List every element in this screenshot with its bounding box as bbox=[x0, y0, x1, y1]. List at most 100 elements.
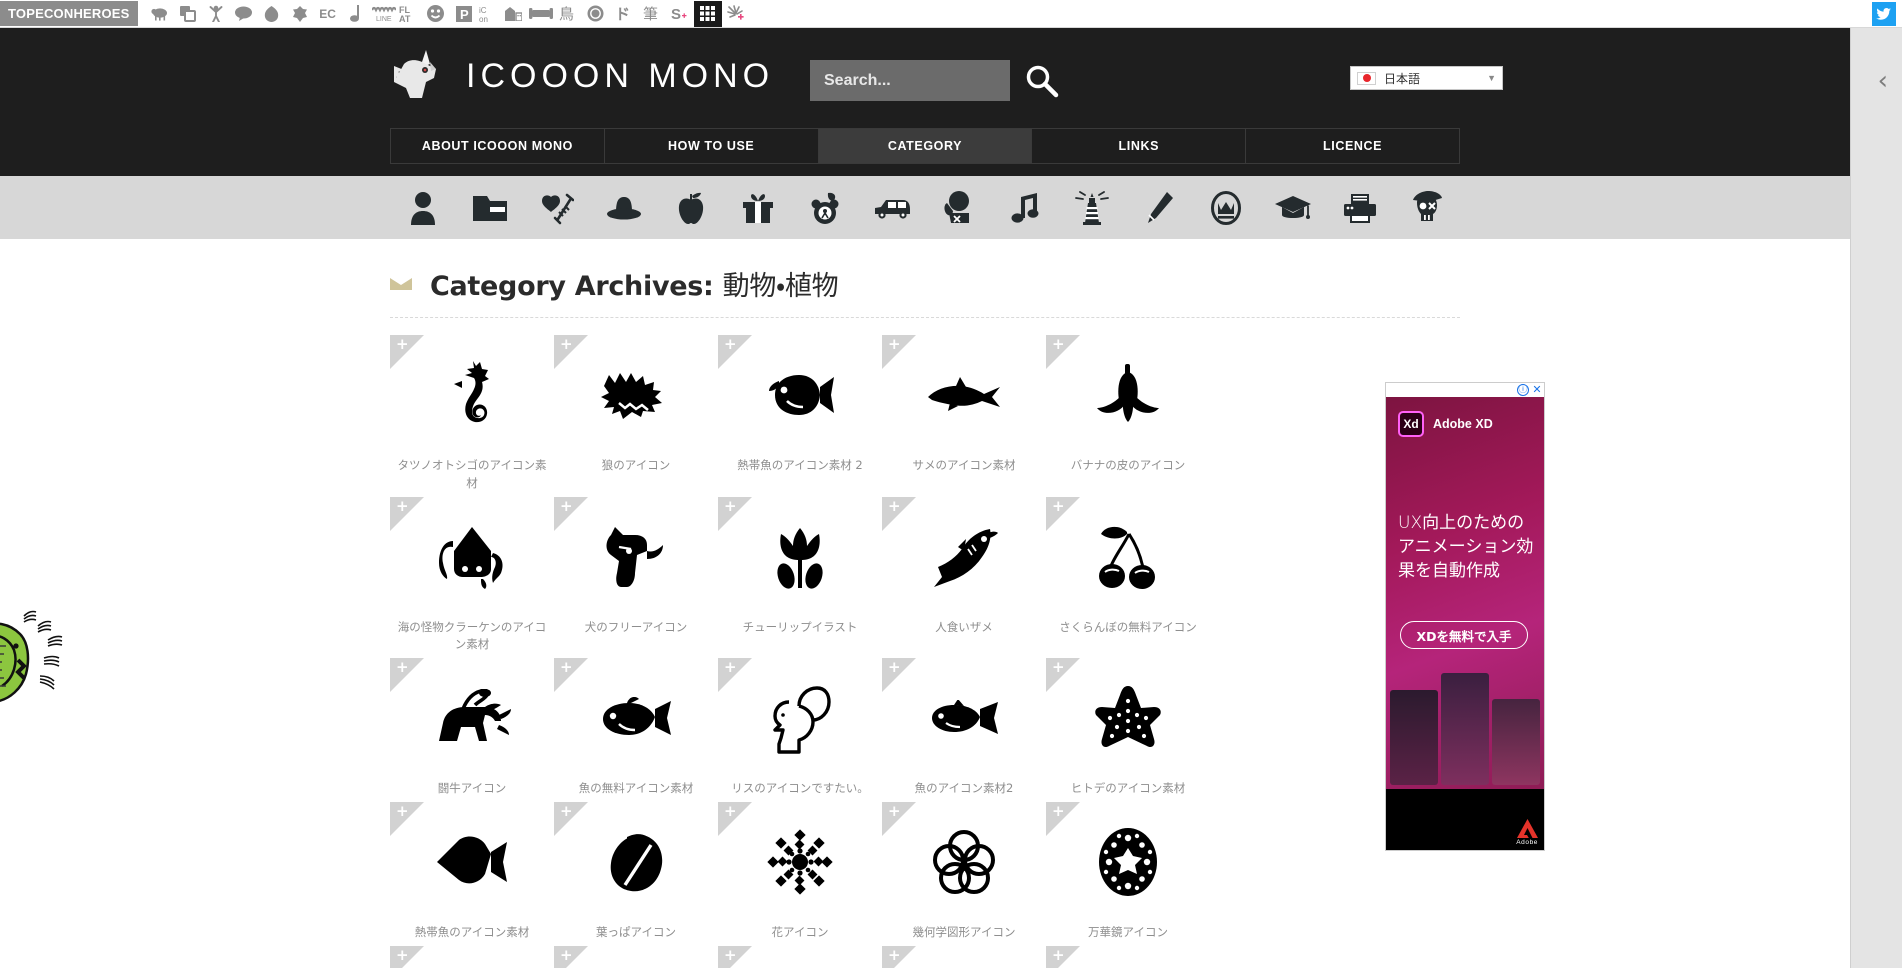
smiley-icon[interactable] bbox=[422, 1, 450, 27]
advertisement-panel[interactable]: ⓘ ✕ Xd Adobe XD UX向上のためのアニメーション効果を自動作成 X… bbox=[1385, 382, 1545, 851]
add-corner[interactable] bbox=[718, 335, 752, 369]
add-corner[interactable] bbox=[718, 658, 752, 693]
flat-icon[interactable]: FL AT bbox=[398, 1, 422, 27]
site-logo[interactable]: ICOOON MONO bbox=[390, 48, 774, 104]
flower-icon[interactable] bbox=[286, 1, 314, 27]
icon-card[interactable]: + チューリップイラスト bbox=[718, 496, 882, 655]
icon-card[interactable]: + バナナの皮のアイコン bbox=[1046, 335, 1210, 493]
category-crown-badge-icon[interactable] bbox=[1193, 190, 1260, 225]
icon-card[interactable]: + バラアイコン bbox=[882, 946, 1046, 968]
category-lighthouse-icon[interactable] bbox=[1059, 190, 1126, 225]
icon-card[interactable]: + 魚の無料アイコン素材 bbox=[554, 658, 718, 798]
sparkle-icon[interactable] bbox=[722, 1, 750, 27]
person-raising-hands-icon[interactable] bbox=[202, 1, 230, 27]
icon-thumb[interactable]: + bbox=[554, 802, 718, 923]
category-bear-icon[interactable] bbox=[791, 191, 858, 225]
add-corner[interactable] bbox=[718, 496, 752, 531]
icon-thumb[interactable]: + bbox=[1046, 496, 1210, 617]
icon-thumb[interactable]: + bbox=[390, 496, 554, 617]
add-corner[interactable] bbox=[882, 658, 916, 693]
icon-card[interactable]: + 熱帯魚のアイコン素材 2 bbox=[718, 335, 882, 493]
category-gift-icon[interactable] bbox=[724, 192, 791, 224]
search-input[interactable] bbox=[810, 60, 1010, 101]
icon-card[interactable]: + 万華鏡アイコン bbox=[1046, 802, 1210, 942]
icon-thumb[interactable]: + bbox=[390, 802, 554, 923]
nav-item-licence[interactable]: LICENCE bbox=[1246, 129, 1459, 163]
category-music-note-icon[interactable] bbox=[992, 192, 1059, 224]
icon-card[interactable]: + さくらんぼの無料アイコン bbox=[1046, 496, 1210, 655]
icon-thumb[interactable]: + bbox=[718, 658, 882, 779]
collapse-arrow-icon[interactable]: ‹ bbox=[1878, 68, 1888, 94]
category-pirate-skull-icon[interactable] bbox=[1393, 190, 1460, 225]
katakana-do-icon[interactable]: ド bbox=[610, 1, 638, 27]
add-corner[interactable] bbox=[390, 335, 424, 369]
ad-info-icon[interactable]: ⓘ bbox=[1517, 384, 1529, 396]
category-hat-icon[interactable] bbox=[591, 194, 658, 222]
ad-cta-button[interactable]: XDを無料で入手 bbox=[1400, 621, 1528, 649]
icon-card[interactable]: + タツノオトシゴのアイコン素材 bbox=[390, 335, 554, 493]
add-corner[interactable] bbox=[554, 496, 588, 531]
icon-card[interactable]: + チーターの無料イラスト1 bbox=[390, 946, 554, 968]
icon-card[interactable]: + 人食いザメ bbox=[882, 496, 1046, 655]
leaf-icon[interactable] bbox=[258, 1, 286, 27]
building-icon[interactable] bbox=[500, 1, 528, 27]
add-corner[interactable] bbox=[1046, 946, 1080, 968]
category-boxing-glove-icon[interactable] bbox=[925, 190, 992, 225]
add-corner[interactable] bbox=[882, 335, 916, 369]
category-printer-icon[interactable] bbox=[1326, 193, 1393, 223]
add-corner[interactable] bbox=[554, 335, 588, 369]
nav-item-category[interactable]: CATEGORY bbox=[818, 129, 1033, 163]
icon-thumb[interactable]: + bbox=[554, 658, 718, 779]
add-corner[interactable] bbox=[554, 802, 588, 837]
icon-card[interactable]: + 葉っぱアイコン bbox=[554, 802, 718, 942]
icon-card[interactable]: + 幾何学図形アイコン bbox=[882, 802, 1046, 942]
add-corner[interactable] bbox=[1046, 802, 1080, 837]
icon-card[interactable]: + 狼のアイコン bbox=[554, 335, 718, 493]
add-corner[interactable] bbox=[718, 802, 752, 837]
add-corner[interactable] bbox=[1046, 335, 1080, 369]
icon-card[interactable]: + 闘牛アイコン bbox=[390, 658, 554, 798]
add-corner[interactable] bbox=[1046, 658, 1080, 693]
icon-card[interactable]: + リスのアイコンですたい。 bbox=[718, 658, 882, 798]
icon-card[interactable]: + 海の怪物クラーケンのアイコン素材 bbox=[390, 496, 554, 655]
icon-card[interactable]: + 花アイコン bbox=[718, 802, 882, 942]
add-corner[interactable] bbox=[390, 946, 424, 968]
nav-item-links[interactable]: LINKS bbox=[1032, 129, 1247, 163]
search-icon[interactable] bbox=[1025, 64, 1059, 98]
category-pencil-icon[interactable] bbox=[1126, 191, 1193, 225]
icon-thumb[interactable]: + bbox=[882, 802, 1046, 923]
icon-thumb[interactable]: + bbox=[554, 496, 718, 617]
category-car-icon[interactable] bbox=[858, 196, 925, 220]
add-corner[interactable] bbox=[390, 802, 424, 837]
twitter-icon[interactable] bbox=[1872, 2, 1896, 26]
category-person-icon[interactable] bbox=[390, 191, 457, 225]
icon-icon[interactable]: iC on bbox=[478, 1, 500, 27]
brush-kanji-icon[interactable]: 筆 bbox=[638, 1, 666, 27]
bird-kanji-icon[interactable]: 鳥 bbox=[554, 1, 582, 27]
sheep-icon[interactable] bbox=[146, 1, 174, 27]
icon-thumb[interactable]: + bbox=[882, 335, 1046, 455]
copy-icon[interactable] bbox=[174, 1, 202, 27]
icon-card[interactable]: + チーターのフリー素材2 bbox=[554, 946, 718, 968]
grid-icon[interactable] bbox=[693, 0, 722, 27]
icon-thumb[interactable]: + bbox=[718, 802, 882, 923]
icon-thumb[interactable]: + bbox=[390, 335, 554, 455]
add-corner[interactable] bbox=[554, 946, 588, 968]
sphere-icon[interactable] bbox=[582, 1, 610, 27]
icon-card[interactable]: + サメのアイコン素材 bbox=[882, 335, 1046, 493]
icon-thumb[interactable]: + bbox=[390, 658, 554, 779]
add-corner[interactable] bbox=[390, 658, 424, 693]
icon-card[interactable]: + 魚のアイコン素材2 bbox=[882, 658, 1046, 798]
ec-icon[interactable]: EC bbox=[314, 1, 342, 27]
icon-card[interactable]: + bbox=[1046, 946, 1210, 968]
nav-item-about[interactable]: ABOUT ICOOON MONO bbox=[391, 129, 605, 163]
icon-thumb[interactable]: + bbox=[390, 946, 554, 968]
icon-thumb[interactable]: + bbox=[1046, 946, 1210, 968]
icon-card[interactable]: + 犬のフリーアイコン bbox=[554, 496, 718, 655]
icon-thumb[interactable]: + bbox=[718, 946, 882, 968]
line-icon[interactable]: LINE bbox=[370, 1, 398, 27]
icon-card[interactable]: + ヒトデのアイコン素材 bbox=[1046, 658, 1210, 798]
ad-close-icon[interactable]: ✕ bbox=[1531, 384, 1543, 396]
icon-thumb[interactable]: + bbox=[554, 946, 718, 968]
add-corner[interactable] bbox=[554, 658, 588, 693]
